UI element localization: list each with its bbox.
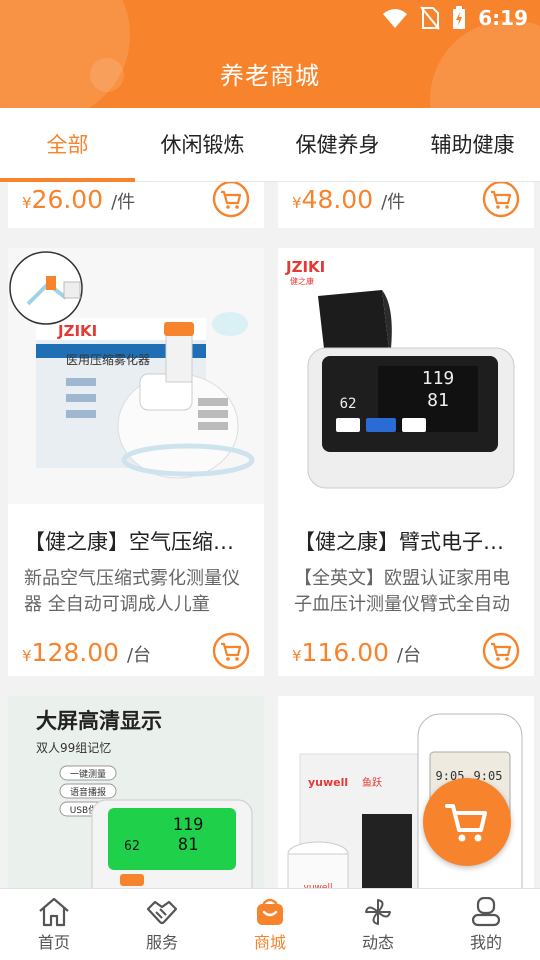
product-image: JZIKI 医用压缩雾化器 — [8, 248, 264, 504]
bp-reading-dia: 81 — [178, 835, 198, 855]
brand-logo-text: JZIKI — [285, 258, 325, 276]
box-brand-text: JZIKI — [57, 322, 97, 340]
status-bar: 6:19 — [382, 4, 528, 32]
tab-health-care[interactable]: 保健养身 — [270, 108, 405, 181]
product-image: JZIKI 健之康 119 81 62 — [278, 248, 534, 504]
product-name: 【健之康】空气压缩式雾化器 — [24, 530, 252, 554]
nav-label: 首页 — [37, 933, 70, 952]
nav-label: 商城 — [253, 933, 286, 952]
handshake-icon — [146, 900, 178, 925]
nav-item-mine[interactable]: 我的 — [432, 889, 540, 960]
nav-label: 动态 — [361, 933, 394, 952]
add-to-cart-icon[interactable] — [212, 182, 250, 218]
feature-label: 语音播报 — [70, 786, 106, 798]
add-to-cart-icon[interactable] — [482, 632, 520, 670]
battery-charging-icon — [453, 6, 466, 29]
no-sim-icon — [420, 6, 441, 30]
feature-label: 一键测量 — [70, 768, 106, 780]
box-product-text: 医用压缩雾化器 — [66, 352, 150, 367]
product-name: 【健之康】臂式电子血压计 — [294, 530, 522, 554]
product-card[interactable]: JZIKI 健之康 119 81 62 【健之康】臂式电子血压计 【全英文】欧盟… — [278, 248, 534, 676]
nav-item-news[interactable]: 动态 — [324, 889, 432, 960]
shopping-cart-icon — [445, 804, 487, 842]
user-icon — [471, 897, 501, 927]
tab-leisure-exercise[interactable]: 休闲锻炼 — [135, 108, 270, 181]
bp-reading-sys: 119 — [173, 815, 204, 835]
tab-assistive-health[interactable]: 辅助健康 — [405, 108, 540, 181]
product-price: ¥116.00 /台 — [292, 638, 422, 667]
product-image: 大屏高清显示 双人99组记忆 一键测量 语音播报 USB供电 119 81 62 — [8, 696, 264, 888]
product-price: ¥128.00 /台 — [22, 638, 152, 667]
product-price: ¥26.00 /件 — [22, 185, 136, 214]
pinwheel-icon — [365, 899, 391, 925]
add-to-cart-icon[interactable] — [482, 182, 520, 218]
wifi-icon — [383, 9, 408, 28]
product-card[interactable]: 大屏高清显示 双人99组记忆 一键测量 语音播报 USB供电 119 81 62 — [8, 696, 264, 888]
box-brand-cn-text: 鱼跃 — [362, 776, 382, 789]
add-to-cart-icon[interactable] — [212, 632, 250, 670]
brand-logo-subtext: 健之康 — [290, 276, 314, 286]
product-price: ¥48.00 /件 — [292, 185, 406, 214]
home-icon — [39, 897, 69, 927]
nav-item-home[interactable]: 首页 — [0, 889, 108, 960]
product-card[interactable]: ¥26.00 /件 — [8, 182, 264, 228]
bp-reading-dia: 81 — [427, 390, 449, 411]
shopping-bag-icon — [257, 898, 283, 925]
nav-label: 我的 — [469, 933, 502, 952]
product-card[interactable]: ¥48.00 /件 — [278, 182, 534, 228]
nav-item-service[interactable]: 服务 — [108, 889, 216, 960]
nav-item-mall[interactable]: 商城 — [216, 889, 324, 960]
tab-all[interactable]: 全部 — [0, 108, 135, 182]
bottom-navigation: 首页 服务 商城 动态 我的 — [0, 888, 540, 960]
image-subline: 双人99组记忆 — [36, 741, 111, 755]
image-headline: 大屏高清显示 — [36, 709, 162, 733]
product-description: 新品空气压缩式雾化测量仪器 全自动可调成人儿童 — [24, 568, 240, 615]
bp-reading-sys: 119 — [422, 368, 455, 389]
nav-label: 服务 — [145, 933, 178, 952]
floating-cart-button[interactable] — [423, 778, 511, 866]
bp-reading-pulse: 62 — [124, 839, 140, 854]
category-tabs: 全部 休闲锻炼 保健养身 辅助健康 — [0, 108, 540, 182]
bp-reading-pulse: 62 — [340, 396, 357, 412]
product-description: 【全英文】欧盟认证家用电子血压计测量仪臂式全自动 — [294, 568, 510, 615]
status-time: 6:19 — [478, 6, 528, 30]
app-header: 6:19 养老商城 — [0, 0, 540, 108]
product-card[interactable]: JZIKI 医用压缩雾化器 【健之康】空气压缩式雾化器 — [8, 248, 264, 676]
box-brand-text: yuwell — [308, 776, 348, 789]
page-title: 养老商城 — [220, 62, 320, 90]
